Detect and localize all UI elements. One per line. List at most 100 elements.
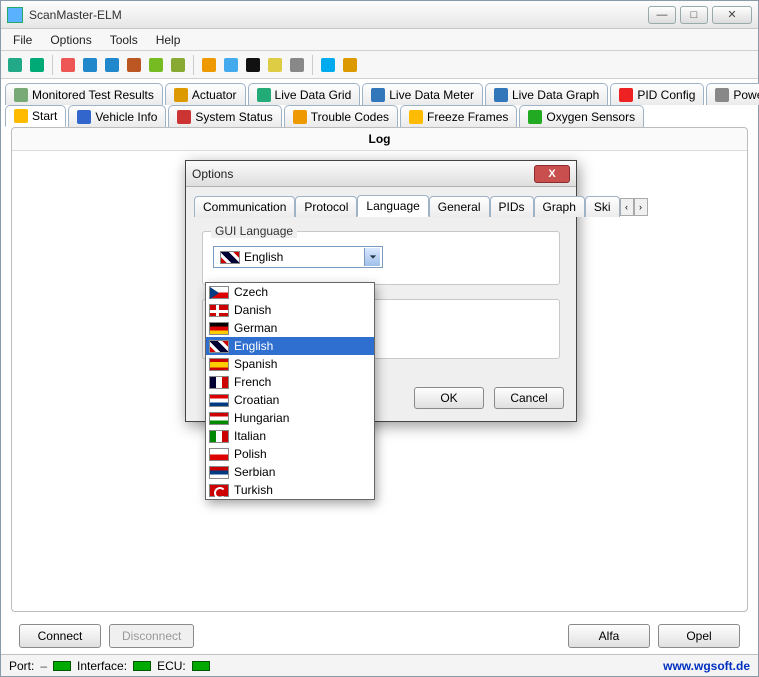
toolbar-button-0[interactable] — [5, 55, 25, 75]
toolbar-button-1[interactable] — [27, 55, 47, 75]
tab-icon — [715, 88, 729, 102]
toolbar-button-12[interactable] — [287, 55, 307, 75]
lang-name: Danish — [234, 303, 271, 317]
tab-live-data-meter[interactable]: Live Data Meter — [362, 83, 483, 105]
tab-monitored-test-results[interactable]: Monitored Test Results — [5, 83, 163, 105]
flag-icon — [209, 286, 229, 299]
lang-name: Croatian — [234, 393, 279, 407]
tab-live-data-grid[interactable]: Live Data Grid — [248, 83, 361, 105]
toolbar-button-6[interactable] — [146, 55, 166, 75]
flag-icon — [209, 340, 229, 353]
tab-start[interactable]: Start — [5, 105, 66, 127]
lang-option-croatian[interactable]: Croatian — [206, 391, 374, 409]
dlg-tab-graph[interactable]: Graph — [534, 196, 585, 217]
tab-power[interactable]: Power — [706, 83, 759, 105]
lang-option-german[interactable]: German — [206, 319, 374, 337]
toolbar-icon — [83, 58, 97, 72]
toolbar-button-8[interactable] — [199, 55, 219, 75]
dlg-tab-protocol[interactable]: Protocol — [295, 196, 357, 217]
lang-option-italian[interactable]: Italian — [206, 427, 374, 445]
dialog-close-button[interactable]: X — [534, 165, 570, 183]
toolbar-icon — [61, 58, 75, 72]
tab-icon — [409, 110, 423, 124]
dlg-tab-communication[interactable]: Communication — [194, 196, 295, 217]
connect-button[interactable]: Connect — [19, 624, 101, 648]
tab-scroll-left[interactable]: ‹ — [620, 198, 634, 216]
lang-option-hungarian[interactable]: Hungarian — [206, 409, 374, 427]
lang-name: English — [234, 339, 273, 353]
tab-label: Live Data Graph — [512, 88, 599, 102]
lang-option-spanish[interactable]: Spanish — [206, 355, 374, 373]
lang-name: Italian — [234, 429, 266, 443]
tab-icon — [177, 110, 191, 124]
status-port-label: Port: — [9, 659, 34, 673]
language-dropdown-list[interactable]: Czech Danish German English SpanishFrench Cro… — [205, 282, 375, 500]
toolbar-button-10[interactable] — [243, 55, 263, 75]
dlg-tab-general[interactable]: General — [429, 196, 490, 217]
lang-option-danish[interactable]: Danish — [206, 301, 374, 319]
menu-tools[interactable]: Tools — [102, 31, 146, 49]
flag-icon — [209, 484, 229, 497]
toolbar-button-14[interactable] — [340, 55, 360, 75]
dlg-tab-pids[interactable]: PIDs — [490, 196, 534, 217]
toolbar-button-13[interactable] — [318, 55, 338, 75]
ok-button[interactable]: OK — [414, 387, 484, 409]
cancel-button[interactable]: Cancel — [494, 387, 564, 409]
tab-label: Monitored Test Results — [32, 88, 154, 102]
flag-icon — [209, 430, 229, 443]
toolbar-button-9[interactable] — [221, 55, 241, 75]
tab-trouble-codes[interactable]: Trouble Codes — [284, 105, 398, 127]
lang-option-french[interactable]: French — [206, 373, 374, 391]
dialog-titlebar: Options X — [186, 161, 576, 187]
language-combo[interactable]: English — [213, 246, 383, 268]
lang-option-czech[interactable]: Czech — [206, 283, 374, 301]
tab-label: System Status — [195, 110, 272, 124]
toolbar-icon — [105, 58, 119, 72]
tab-icon — [77, 110, 91, 124]
minimize-button[interactable]: — — [648, 6, 676, 24]
tab-scroll-right[interactable]: › — [634, 198, 648, 216]
toolbar-button-4[interactable] — [102, 55, 122, 75]
toolbar-icon — [127, 58, 141, 72]
tab-system-status[interactable]: System Status — [168, 105, 281, 127]
toolbar-button-7[interactable] — [168, 55, 188, 75]
toolbar-icon — [268, 58, 282, 72]
toolbar-icon — [202, 58, 216, 72]
statusbar: Port: – Interface: ECU: www.wgsoft.de — [1, 654, 758, 676]
menu-file[interactable]: File — [5, 31, 40, 49]
tab-freeze-frames[interactable]: Freeze Frames — [400, 105, 517, 127]
dlg-tab-language[interactable]: Language — [357, 195, 428, 217]
dlg-tab-ski[interactable]: Ski — [585, 196, 620, 217]
tab-live-data-graph[interactable]: Live Data Graph — [485, 83, 608, 105]
interface-led-icon — [133, 661, 151, 671]
lang-option-english[interactable]: English — [206, 337, 374, 355]
opel-button[interactable]: Opel — [658, 624, 740, 648]
tab-icon — [528, 110, 542, 124]
disconnect-button: Disconnect — [109, 624, 194, 648]
toolbar-icon — [343, 58, 357, 72]
menu-help[interactable]: Help — [148, 31, 189, 49]
website-link[interactable]: www.wgsoft.de — [663, 659, 750, 673]
lang-option-polish[interactable]: Polish — [206, 445, 374, 463]
tab-icon — [619, 88, 633, 102]
port-led-icon — [53, 661, 71, 671]
chevron-down-icon — [364, 248, 380, 266]
tab-oxygen-sensors[interactable]: Oxygen Sensors — [519, 105, 644, 127]
toolbar-button-5[interactable] — [124, 55, 144, 75]
toolbar-button-3[interactable] — [80, 55, 100, 75]
tab-pid-config[interactable]: PID Config — [610, 83, 704, 105]
alfa-button[interactable]: Alfa — [568, 624, 650, 648]
gui-language-group: GUI Language English — [202, 231, 560, 285]
tab-label: PID Config — [637, 88, 695, 102]
tab-vehicle-info[interactable]: Vehicle Info — [68, 105, 166, 127]
lang-name: Serbian — [234, 465, 275, 479]
lang-option-turkish[interactable]: Turkish — [206, 481, 374, 499]
toolbar-button-2[interactable] — [58, 55, 78, 75]
lang-option-serbian[interactable]: Serbian — [206, 463, 374, 481]
close-button[interactable]: ✕ — [712, 6, 752, 24]
menu-options[interactable]: Options — [42, 31, 99, 49]
tab-actuator[interactable]: Actuator — [165, 83, 246, 105]
maximize-button[interactable]: □ — [680, 6, 708, 24]
toolbar-button-11[interactable] — [265, 55, 285, 75]
toolbar-icon — [171, 58, 185, 72]
